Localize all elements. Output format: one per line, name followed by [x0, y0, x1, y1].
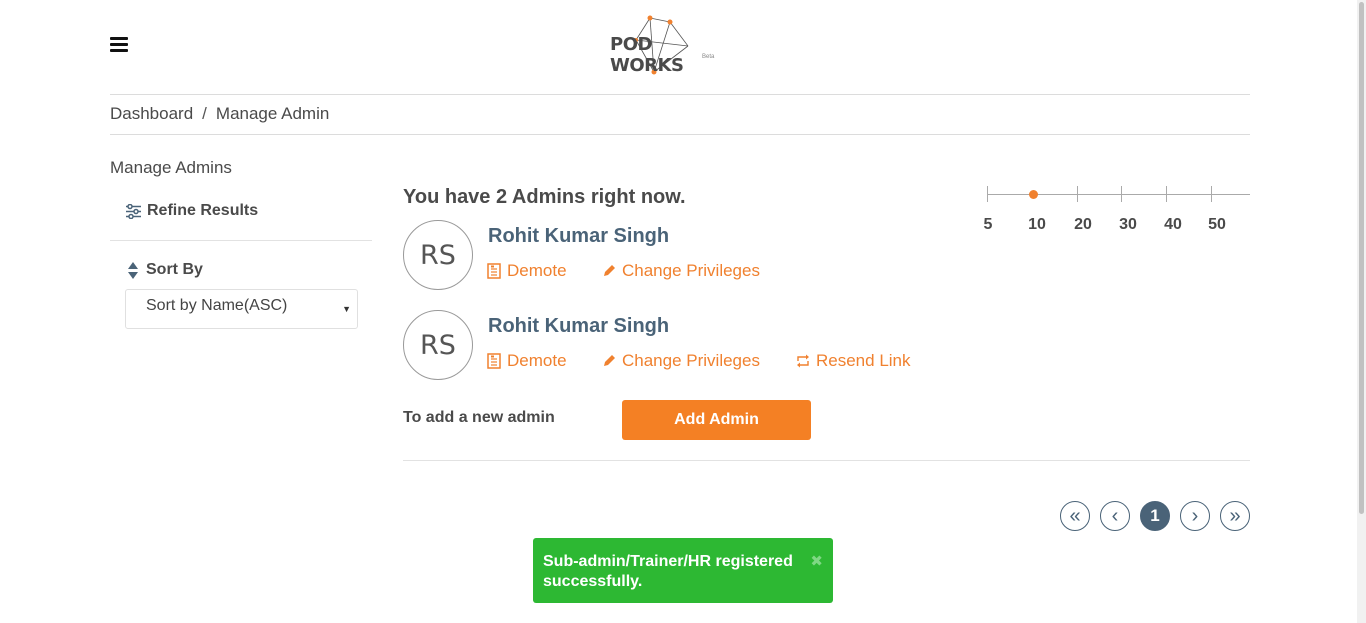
page-size-option[interactable]: 50: [1208, 216, 1226, 234]
breadcrumb-separator: /: [202, 104, 207, 123]
sliders-icon: [126, 203, 141, 219]
sort-by-heading: Sort By: [128, 261, 203, 279]
page-size-option[interactable]: 5: [984, 216, 993, 234]
change-privileges-label: Change Privileges: [622, 351, 760, 370]
page-size-option[interactable]: 20: [1074, 216, 1092, 234]
chevron-down-icon: ▼: [342, 304, 351, 314]
prev-page-button[interactable]: ‹: [1100, 501, 1130, 531]
demote-label: Demote: [507, 351, 567, 370]
add-admin-label: To add a new admin: [403, 409, 555, 426]
refine-results-label: Refine Results: [147, 202, 259, 219]
first-page-button[interactable]: «: [1060, 501, 1090, 531]
demote-label: Demote: [507, 261, 567, 280]
header-divider: [110, 94, 1250, 95]
refine-results[interactable]: Refine Results: [125, 202, 258, 220]
breadcrumb-divider: [110, 134, 1250, 135]
admin-count-text: You have 2 Admins right now.: [403, 186, 686, 208]
slider-tick: [1121, 186, 1122, 202]
close-icon[interactable]: ✖: [810, 552, 823, 572]
toast-message: Sub-admin/Trainer/HR registered successf…: [543, 553, 793, 590]
demote-button[interactable]: Demote: [487, 351, 567, 371]
slider-tick: [1211, 186, 1212, 202]
demote-button[interactable]: Demote: [487, 261, 567, 281]
success-toast: Sub-admin/Trainer/HR registered successf…: [533, 538, 833, 603]
slider-tick: [1166, 186, 1167, 202]
slider-handle[interactable]: [1029, 190, 1038, 199]
sidebar-title: Manage Admins: [110, 158, 232, 177]
pencil-icon: [604, 355, 615, 366]
retweet-icon: [797, 354, 809, 368]
sort-icon: [128, 261, 138, 279]
hamburger-icon[interactable]: [110, 37, 128, 52]
admin-name[interactable]: Rohit Kumar Singh: [488, 315, 669, 338]
demote-icon: [487, 353, 501, 369]
slider-tick: [1077, 186, 1078, 202]
add-admin-button[interactable]: Add Admin: [622, 400, 811, 440]
last-page-button[interactable]: »: [1220, 501, 1250, 531]
logo-subtext: Beta: [702, 54, 715, 60]
scrollbar[interactable]: [1357, 0, 1366, 623]
page-size-option[interactable]: 30: [1119, 216, 1137, 234]
logo: POD WORKS Beta: [606, 14, 722, 78]
page-size-option[interactable]: 40: [1164, 216, 1182, 234]
next-page-button[interactable]: ›: [1180, 501, 1210, 531]
change-privileges-button[interactable]: Change Privileges: [602, 261, 760, 281]
page-size-slider[interactable]: 5 10 20 30 40 50: [984, 184, 1250, 234]
breadcrumb-dashboard-link[interactable]: Dashboard: [110, 104, 193, 123]
sort-select[interactable]: Sort by Name(ASC) ▼: [125, 289, 358, 329]
avatar: RS: [403, 220, 473, 290]
sort-select-value: Sort by Name(ASC): [146, 297, 288, 314]
sort-by-label: Sort By: [146, 261, 203, 278]
admin-name[interactable]: Rohit Kumar Singh: [488, 225, 669, 248]
avatar: RS: [403, 310, 473, 380]
page-size-option[interactable]: 10: [1028, 216, 1046, 234]
sidebar-divider: [110, 240, 372, 241]
scrollbar-thumb[interactable]: [1359, 2, 1364, 514]
resend-link-button[interactable]: Resend Link: [796, 351, 911, 371]
demote-icon: [487, 263, 501, 279]
breadcrumb-current: Manage Admin: [215, 104, 330, 123]
change-privileges-button[interactable]: Change Privileges: [602, 351, 760, 371]
resend-link-label: Resend Link: [816, 351, 911, 370]
pencil-icon: [604, 265, 615, 276]
slider-tick: [987, 186, 988, 202]
main-divider: [403, 460, 1250, 461]
breadcrumb: Dashboard / Manage Admin: [110, 104, 329, 124]
current-page-button[interactable]: 1: [1140, 501, 1170, 531]
change-privileges-label: Change Privileges: [622, 261, 760, 280]
